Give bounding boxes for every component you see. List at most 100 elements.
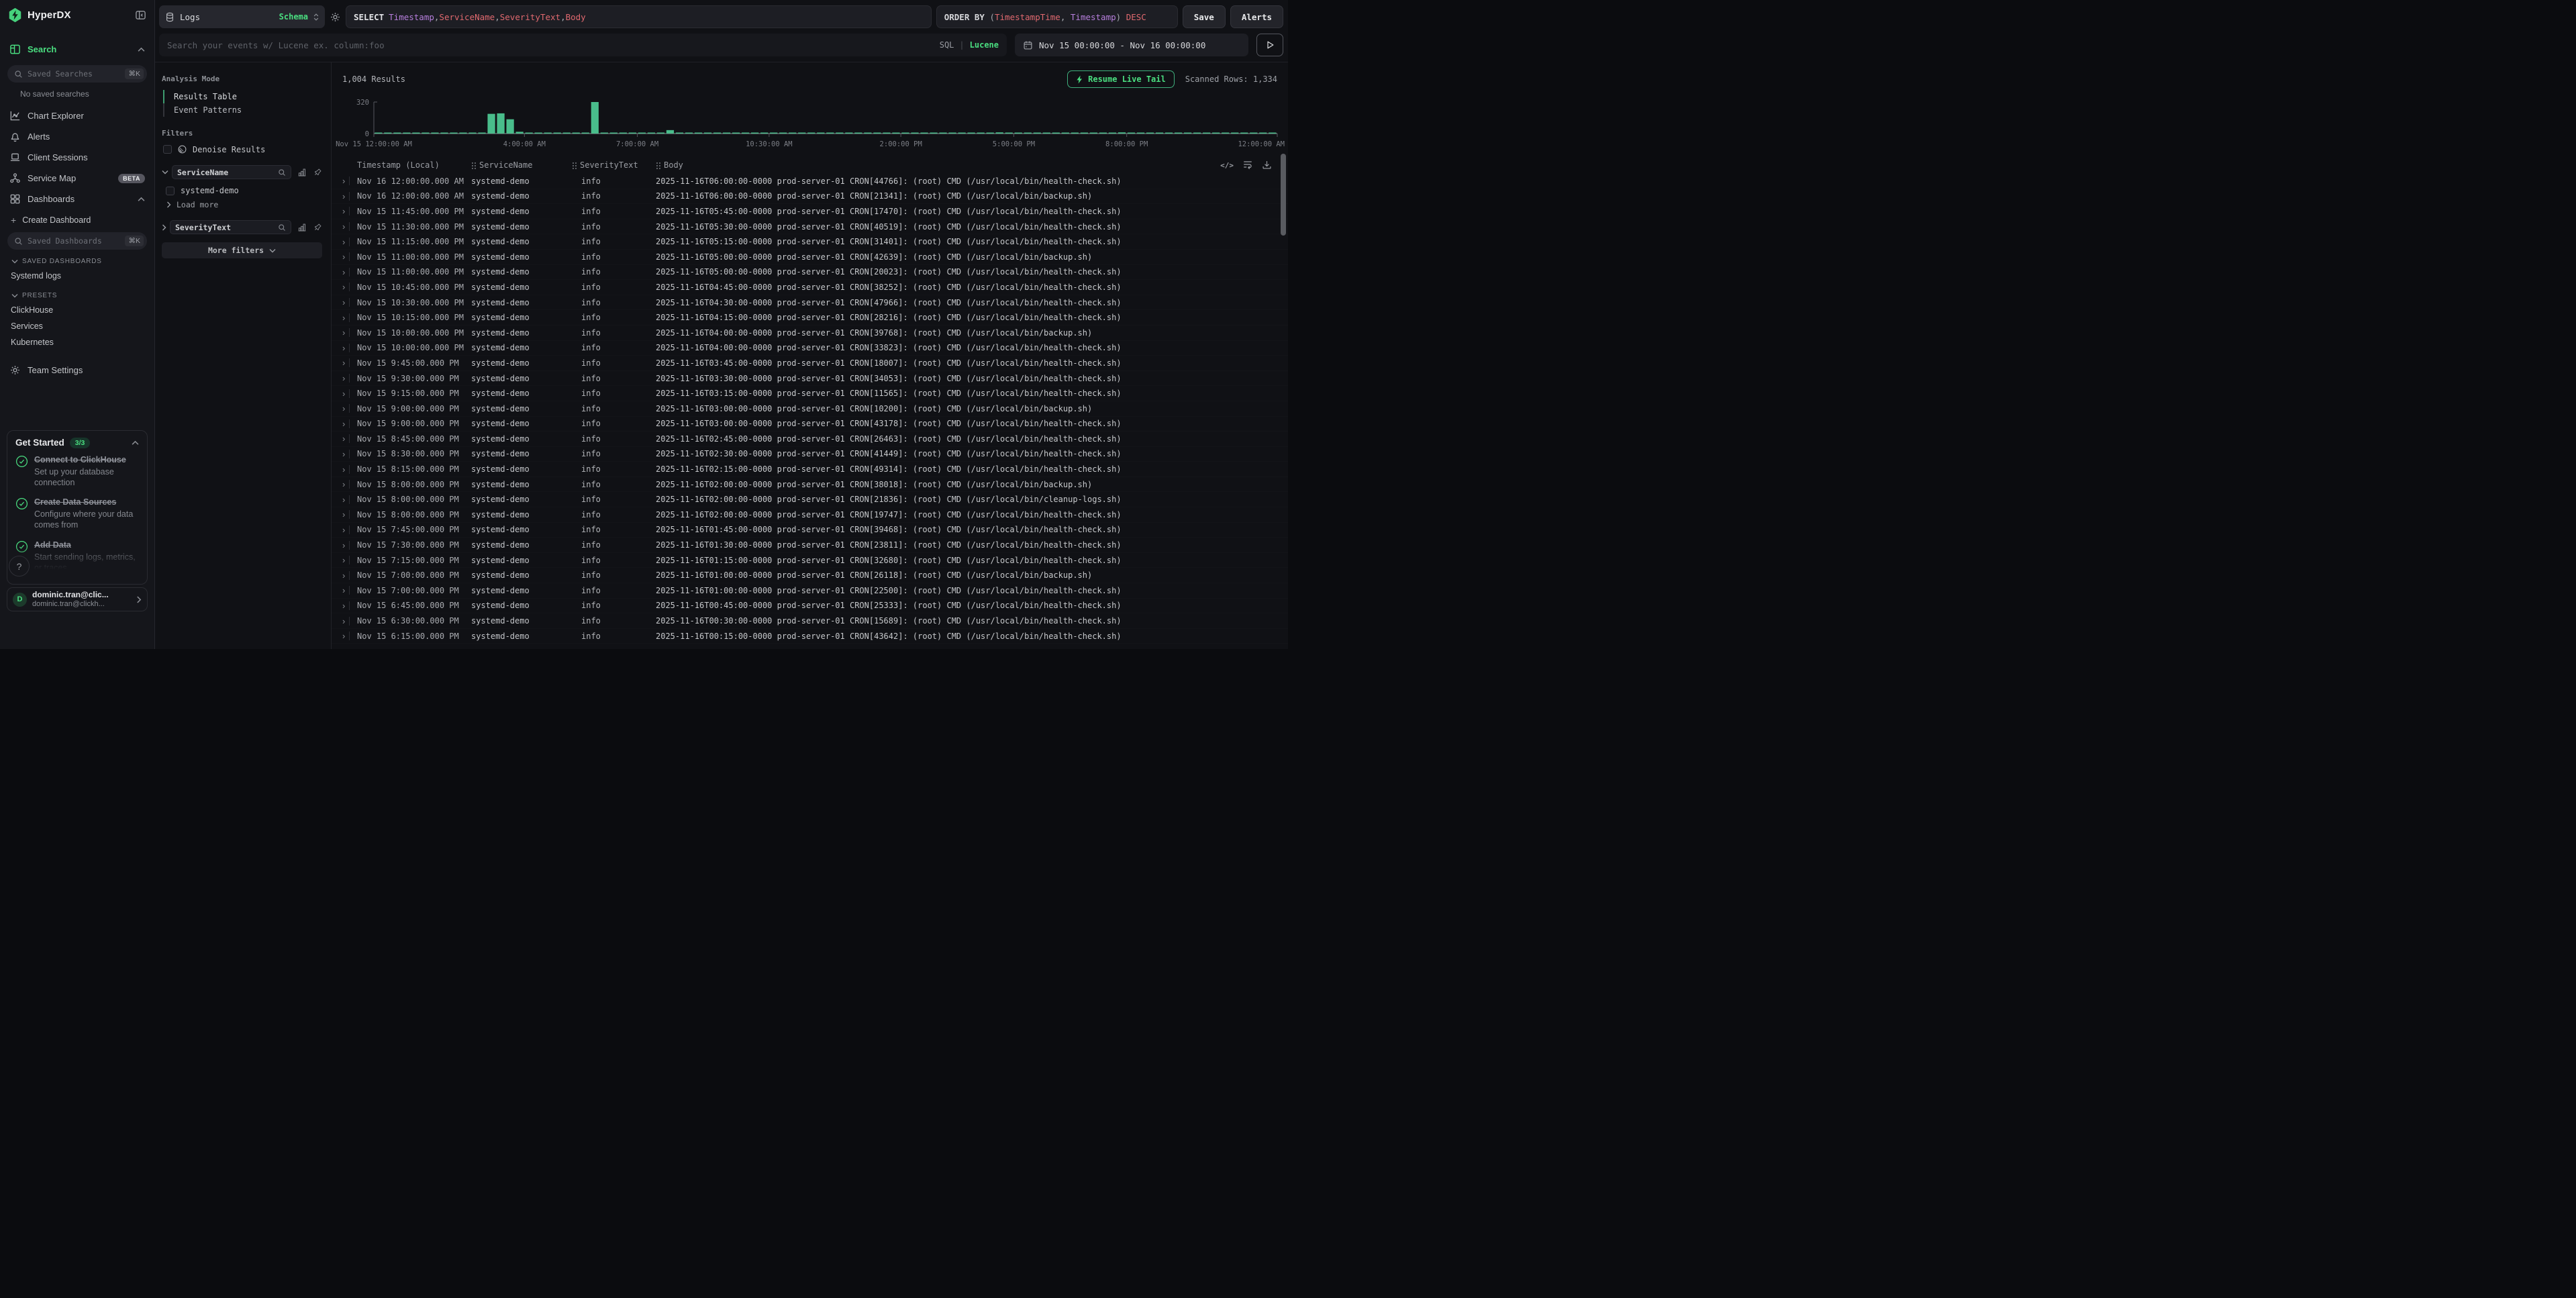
saved-dashboards-input[interactable] [28, 236, 120, 246]
expand-row-icon[interactable]: › [342, 495, 357, 505]
table-row[interactable]: › Nov 15 7:00:00.000 PM systemd-demo inf… [332, 583, 1288, 599]
sidebar-item-chart-explorer[interactable]: Chart Explorer [0, 105, 154, 126]
more-filters-button[interactable]: More filters [162, 242, 322, 258]
denoise-checkbox[interactable] [163, 145, 172, 154]
column-header-timestamp[interactable]: Timestamp (Local) [357, 160, 471, 170]
denoise-results-toggle[interactable]: Denoise Results [163, 144, 322, 154]
table-row[interactable]: › Nov 15 8:00:00.000 PM systemd-demo inf… [332, 492, 1288, 507]
column-header-severitytext[interactable]: SeverityText [572, 160, 656, 170]
table-row[interactable]: › Nov 15 6:45:00.000 PM systemd-demo inf… [332, 599, 1288, 614]
chevron-up-icon[interactable] [138, 197, 145, 202]
facet-value-checkbox[interactable] [166, 187, 175, 195]
download-icon[interactable] [1262, 160, 1272, 172]
drag-handle-icon[interactable] [471, 162, 476, 169]
user-menu[interactable]: D dominic.tran@clic... dominic.tran@clic… [7, 587, 148, 611]
drag-handle-icon[interactable] [572, 162, 577, 169]
mode-event-patterns[interactable]: Event Patterns [163, 103, 322, 117]
expand-row-icon[interactable]: › [342, 616, 357, 626]
pin-icon[interactable] [313, 168, 322, 177]
dashboard-link-systemd-logs[interactable]: Systemd logs [0, 268, 154, 284]
get-started-step[interactable]: Connect to ClickHouseSet up your databas… [15, 454, 139, 489]
table-row[interactable]: › Nov 16 12:00:00.000 AM systemd-demo in… [332, 189, 1288, 205]
expand-row-icon[interactable]: › [342, 449, 357, 459]
expand-row-icon[interactable]: › [342, 313, 357, 323]
expand-row-icon[interactable]: › [342, 464, 357, 475]
table-row[interactable]: › Nov 15 10:00:00.000 PM systemd-demo in… [332, 341, 1288, 356]
resume-live-tail-button[interactable]: Resume Live Tail [1067, 70, 1175, 88]
sidebar-item-service-map[interactable]: Service Map BETA [0, 168, 154, 189]
expand-row-icon[interactable]: › [342, 343, 357, 353]
chevron-up-icon[interactable] [138, 47, 145, 52]
table-row[interactable]: › Nov 15 10:45:00.000 PM systemd-demo in… [332, 280, 1288, 295]
table-row[interactable]: › Nov 15 7:45:00.000 PM systemd-demo inf… [332, 523, 1288, 538]
get-started-step[interactable]: Add DataStart sending logs, metrics, or … [15, 539, 139, 574]
expand-row-icon[interactable]: › [342, 601, 357, 611]
expand-row-icon[interactable]: › [342, 631, 357, 641]
table-row[interactable]: › Nov 15 6:15:00.000 PM systemd-demo inf… [332, 629, 1288, 644]
expand-row-icon[interactable]: › [342, 389, 357, 399]
mode-results-table[interactable]: Results Table [163, 90, 322, 103]
events-histogram[interactable]: 0320Nov 15 12:00:00 AM4:00:00 AM7:00:00 … [332, 96, 1288, 152]
sidebar-item-client-sessions[interactable]: Client Sessions [0, 147, 154, 168]
expand-row-icon[interactable]: › [342, 176, 357, 186]
expand-row-icon[interactable]: › [342, 479, 357, 489]
run-query-button[interactable] [1256, 34, 1283, 56]
table-row[interactable]: › Nov 15 10:30:00.000 PM systemd-demo in… [332, 295, 1288, 311]
source-select[interactable]: Logs Schema [159, 5, 325, 28]
expand-row-icon[interactable]: › [342, 297, 357, 307]
mode-lucene[interactable]: Lucene [970, 40, 999, 50]
facet-value-systemd-demo[interactable]: systemd-demo [166, 185, 322, 197]
sidebar-item-alerts[interactable]: Alerts [0, 126, 154, 147]
table-row[interactable]: › Nov 15 9:00:00.000 PM systemd-demo inf… [332, 401, 1288, 417]
expand-row-icon[interactable]: › [342, 191, 357, 201]
sidebar-item-team-settings[interactable]: Team Settings [0, 360, 154, 381]
expand-row-icon[interactable]: › [342, 570, 357, 581]
table-row[interactable]: › Nov 15 11:45:00.000 PM systemd-demo in… [332, 204, 1288, 219]
saved-searches-input[interactable] [28, 69, 120, 79]
table-row[interactable]: › Nov 15 7:30:00.000 PM systemd-demo inf… [332, 538, 1288, 553]
table-row[interactable]: › Nov 15 9:00:00.000 PM systemd-demo inf… [332, 417, 1288, 432]
expand-row-icon[interactable]: › [342, 585, 357, 595]
chevron-right-icon[interactable] [162, 224, 166, 231]
date-range-picker[interactable]: Nov 15 00:00:00 - Nov 16 00:00:00 [1015, 34, 1248, 56]
table-row[interactable]: › Nov 16 12:00:00.000 AM systemd-demo in… [332, 174, 1288, 189]
expand-row-icon[interactable]: › [342, 403, 357, 413]
sidebar-item-search[interactable]: Search [0, 39, 154, 60]
table-row[interactable]: › Nov 15 9:30:00.000 PM systemd-demo inf… [332, 371, 1288, 387]
expand-row-icon[interactable]: › [342, 358, 357, 368]
expand-row-icon[interactable]: › [342, 540, 357, 550]
sidebar-item-dashboards[interactable]: Dashboards [0, 189, 154, 209]
save-button[interactable]: Save [1183, 5, 1226, 28]
alerts-button[interactable]: Alerts [1230, 5, 1283, 28]
saved-searches-search[interactable]: ⌘K [7, 65, 147, 83]
event-search-box[interactable]: SQL | Lucene [159, 34, 1007, 56]
table-row[interactable]: › Nov 15 8:00:00.000 PM systemd-demo inf… [332, 477, 1288, 493]
section-saved-dashboards[interactable]: SAVED DASHBOARDS [0, 250, 154, 268]
table-row[interactable]: › Nov 15 11:30:00.000 PM systemd-demo in… [332, 219, 1288, 235]
expand-row-icon[interactable]: › [342, 373, 357, 383]
table-row[interactable]: › Nov 15 9:45:00.000 PM systemd-demo inf… [332, 356, 1288, 371]
facet-search-box[interactable]: SeverityText [170, 220, 291, 234]
expand-row-icon[interactable]: › [342, 555, 357, 565]
expand-row-icon[interactable]: › [342, 267, 357, 277]
section-presets[interactable]: PRESETS [0, 284, 154, 302]
expand-row-icon[interactable]: › [342, 434, 357, 444]
mode-sql[interactable]: SQL [940, 40, 954, 50]
expand-row-icon[interactable]: › [342, 252, 357, 262]
event-search-input[interactable] [167, 40, 934, 50]
expand-row-icon[interactable]: › [342, 509, 357, 519]
pin-icon[interactable] [313, 223, 322, 232]
table-row[interactable]: › Nov 15 8:15:00.000 PM systemd-demo inf… [332, 462, 1288, 477]
drag-handle-icon[interactable] [656, 162, 660, 169]
table-row[interactable]: › Nov 15 8:30:00.000 PM systemd-demo inf… [332, 447, 1288, 462]
expand-row-icon[interactable]: › [342, 221, 357, 232]
source-settings-gear-icon[interactable] [330, 11, 341, 23]
table-row[interactable]: › Nov 15 10:15:00.000 PM systemd-demo in… [332, 310, 1288, 326]
preset-link-kubernetes[interactable]: Kubernetes [0, 334, 154, 350]
query-language-toggle[interactable]: SQL | Lucene [940, 40, 999, 50]
column-header-servicename[interactable]: ServiceName [471, 160, 572, 170]
table-scrollbar[interactable] [1281, 154, 1286, 646]
view-source-icon[interactable]: </> [1220, 161, 1234, 170]
table-row[interactable]: › Nov 15 11:00:00.000 PM systemd-demo in… [332, 250, 1288, 265]
table-row[interactable]: › Nov 15 7:15:00.000 PM systemd-demo inf… [332, 553, 1288, 568]
